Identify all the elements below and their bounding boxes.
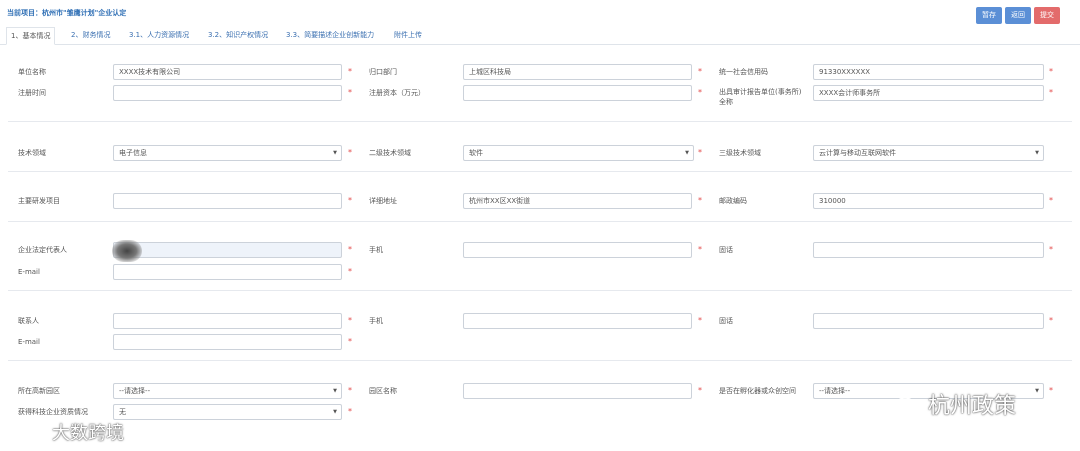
redacted-blur bbox=[112, 240, 142, 262]
main-project-input[interactable] bbox=[113, 193, 342, 209]
audit-unit-label: 出具审计报告单位(事务所) bbox=[719, 88, 802, 96]
unit-name-label: 单位名称 bbox=[18, 68, 46, 76]
required-mark: * bbox=[348, 267, 352, 276]
required-mark: * bbox=[698, 316, 702, 325]
wechat-icon bbox=[894, 396, 924, 418]
required-mark: * bbox=[698, 196, 702, 205]
required-mark: * bbox=[1049, 67, 1053, 76]
required-mark: * bbox=[348, 67, 352, 76]
contact-phone-input[interactable] bbox=[463, 313, 692, 329]
required-mark: * bbox=[348, 337, 352, 346]
reg-capital-input[interactable] bbox=[463, 85, 692, 101]
legal-phone-label: 手机 bbox=[369, 246, 383, 254]
contact-input[interactable] bbox=[113, 313, 342, 329]
tab-attachments[interactable]: 附件上传 bbox=[390, 27, 426, 45]
reg-capital-label: 注册资本（万元） bbox=[369, 89, 425, 97]
department-label: 归口部门 bbox=[369, 68, 397, 76]
submit-button[interactable]: 提交 bbox=[1034, 7, 1060, 24]
address-label: 详细地址 bbox=[369, 197, 397, 205]
required-mark: * bbox=[348, 148, 352, 157]
required-mark: * bbox=[1049, 386, 1053, 395]
return-button[interactable]: 返回 bbox=[1005, 7, 1031, 24]
contact-email-input[interactable] bbox=[113, 334, 342, 350]
credit-code-label: 统一社会信用码 bbox=[719, 68, 768, 76]
contact-email-label: E-mail bbox=[18, 338, 40, 346]
project-title: 当前项目：杭州市"雏鹰计划"企业认定 bbox=[7, 9, 127, 17]
qualification-select[interactable]: 无 bbox=[113, 404, 342, 420]
park-name-input[interactable] bbox=[463, 383, 692, 399]
contact-phone-label: 手机 bbox=[369, 317, 383, 325]
section-divider bbox=[8, 121, 1072, 122]
address-input[interactable]: 杭州市XX区XX街道 bbox=[463, 193, 692, 209]
tech-field-label: 技术领域 bbox=[18, 149, 46, 157]
tab-finance[interactable]: 2、财务情况 bbox=[67, 27, 114, 45]
tech-field3-select[interactable]: 云计算与移动互联网软件 bbox=[813, 145, 1044, 161]
required-mark: * bbox=[348, 386, 352, 395]
tab-bar: 1、基本情况 2、财务情况 3.1、人力资源情况 3.2、知识产权情况 3.3、… bbox=[0, 27, 1080, 45]
tech-field-select[interactable]: 电子信息 bbox=[113, 145, 342, 161]
section-divider bbox=[8, 221, 1072, 222]
brand-logo-icon bbox=[8, 424, 48, 444]
legal-rep-label: 企业法定代表人 bbox=[18, 246, 67, 254]
legal-email-input[interactable] bbox=[113, 264, 342, 280]
main-project-label: 主要研发项目 bbox=[18, 197, 60, 205]
required-mark: * bbox=[698, 386, 702, 395]
required-mark: * bbox=[698, 88, 702, 97]
postcode-input[interactable]: 310000 bbox=[813, 193, 1044, 209]
unit-name-input[interactable]: XXXX技术有限公司 bbox=[113, 64, 342, 80]
save-draft-button[interactable]: 暂存 bbox=[976, 7, 1002, 24]
required-mark: * bbox=[1049, 316, 1053, 325]
incubator-label: 是否在孵化器或众创空间 bbox=[719, 387, 796, 395]
legal-email-label: E-mail bbox=[18, 268, 40, 276]
tech-field2-select[interactable]: 软件 bbox=[463, 145, 694, 161]
audit-unit-label-line2: 全称 bbox=[719, 98, 733, 106]
required-mark: * bbox=[348, 407, 352, 416]
required-mark: * bbox=[1049, 245, 1053, 254]
required-mark: * bbox=[348, 88, 352, 97]
department-input[interactable]: 上城区科技局 bbox=[463, 64, 692, 80]
legal-phone-input[interactable] bbox=[463, 242, 692, 258]
required-mark: * bbox=[348, 316, 352, 325]
required-mark: * bbox=[698, 67, 702, 76]
required-mark: * bbox=[1049, 196, 1053, 205]
tab-hr[interactable]: 3.1、人力资源情况 bbox=[125, 27, 193, 45]
credit-code-input[interactable]: 91330XXXXXX bbox=[813, 64, 1044, 80]
tab-basic-info[interactable]: 1、基本情况 bbox=[6, 27, 56, 45]
contact-tel-input[interactable] bbox=[813, 313, 1044, 329]
qualification-label: 获得科技企业资质情况 bbox=[18, 408, 88, 416]
reg-time-label: 注册时间 bbox=[18, 89, 46, 97]
tab-ip[interactable]: 3.2、知识产权情况 bbox=[204, 27, 272, 45]
wechat-watermark-text: 杭州政策 bbox=[928, 394, 1017, 419]
section-divider bbox=[8, 360, 1072, 361]
tech-field2-label: 二级技术领域 bbox=[369, 149, 411, 157]
postcode-label: 邮政编码 bbox=[719, 197, 747, 205]
section-divider bbox=[8, 290, 1072, 291]
park-label: 所在高新园区 bbox=[18, 387, 60, 395]
brand-watermark: 大数跨境 bbox=[8, 419, 124, 445]
contact-label: 联系人 bbox=[18, 317, 39, 325]
legal-rep-input[interactable] bbox=[113, 242, 342, 258]
required-mark: * bbox=[348, 245, 352, 254]
section-divider bbox=[8, 171, 1072, 172]
required-mark: * bbox=[348, 196, 352, 205]
required-mark: * bbox=[698, 245, 702, 254]
legal-tel-input[interactable] bbox=[813, 242, 1044, 258]
brand-watermark-text: 大数跨境 bbox=[52, 423, 124, 444]
tab-innovation[interactable]: 3.3、简要描述企业创新能力 bbox=[282, 27, 378, 45]
reg-time-input[interactable] bbox=[113, 85, 342, 101]
tech-field3-label: 三级技术领域 bbox=[719, 149, 761, 157]
required-mark: * bbox=[698, 148, 702, 157]
wechat-watermark: 杭州政策 bbox=[894, 388, 1016, 420]
legal-tel-label: 固话 bbox=[719, 246, 733, 254]
audit-unit-input[interactable]: XXXX会计师事务所 bbox=[813, 85, 1044, 101]
contact-tel-label: 固话 bbox=[719, 317, 733, 325]
park-select[interactable]: --请选择-- bbox=[113, 383, 342, 399]
required-mark: * bbox=[1049, 88, 1053, 97]
park-name-label: 园区名称 bbox=[369, 387, 397, 395]
